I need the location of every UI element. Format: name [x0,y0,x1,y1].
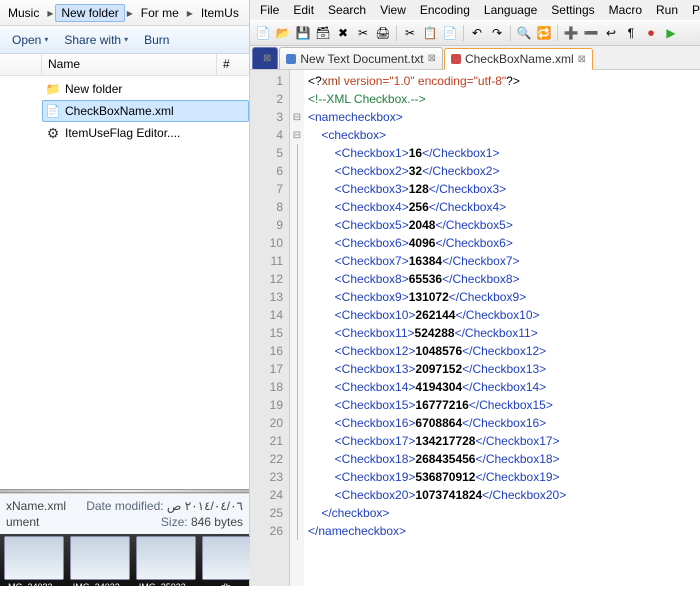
modified-value: ٢٠١٤/٠٤/٠٦ ص [167,499,243,513]
menu-encoding[interactable]: Encoding [414,1,476,19]
menu-run[interactable]: Run [650,1,684,19]
share-button[interactable]: Share with ▾ [58,30,134,50]
file-name: ItemUseFlag Editor.... [65,126,180,140]
size-value: 846 bytes [191,515,243,529]
copy-icon[interactable]: 📋 [421,24,439,42]
file-row[interactable]: ⚙ ItemUseFlag Editor.... [42,122,249,144]
breadcrumb-item[interactable]: ItemUs [195,4,245,22]
file-row[interactable]: 📄 CheckBoxName.xml [42,100,249,122]
save-icon[interactable]: 💾 [294,24,312,42]
menu-settings[interactable]: Settings [545,1,600,19]
menu-plug[interactable]: Plug [686,1,700,19]
icon-toolbar: 📄 📂 💾 🗃 ✖ ✂ 🖨 ✂ 📋 📄 ↶ ↷ 🔍 🔁 ➕ ➖ ↩ ¶ ⏺ ▶ [250,20,700,46]
menu-language[interactable]: Language [478,1,543,19]
explorer-pane: Music ▸ New folder ▸ For me ▸ ItemUs Ope… [0,0,250,586]
details-pane: xName.xml Date modified: ٢٠١٤/٠٤/٠٦ ص um… [0,493,249,534]
gear-icon: ⚙ [45,125,61,141]
document-tab[interactable]: CheckBoxName.xml ⊠ [444,48,593,70]
document-tab[interactable]: New Text Document.txt ⊠ [279,47,443,69]
new-file-icon[interactable]: 📄 [254,24,272,42]
code-editor[interactable]: 1234567891011121314151617181920212223242… [250,70,700,586]
menu-search[interactable]: Search [322,1,372,19]
document-tab[interactable]: ⊠ [252,47,278,69]
code-area[interactable]: <?xml version="1.0" encoding="utf-8"?><!… [304,70,700,586]
explorer-toolbar: Open ▾ Share with ▾ Burn [0,26,249,54]
record-icon[interactable]: ⏺ [642,24,660,42]
menu-file[interactable]: File [254,1,285,19]
breadcrumb-item[interactable]: Music [2,4,45,22]
close-tab-icon[interactable]: ⊠ [578,54,586,65]
open-button[interactable]: Open ▾ [6,30,54,50]
column-hash[interactable]: # [217,54,249,75]
separator [396,25,397,41]
column-name[interactable]: Name [42,54,217,75]
file-type-label: ument [6,515,39,529]
separator [510,25,511,41]
folder-icon: 📁 [45,81,61,97]
open-file-icon[interactable]: 📂 [274,24,292,42]
tab-label: New Text Document.txt [300,52,423,66]
taskbar-thumbnail[interactable]: IMG_25032... [136,536,196,594]
file-name: CheckBoxName.xml [65,104,174,118]
size-label: Size: [161,515,188,529]
menubar: FileEditSearchViewEncodingLanguageSettin… [250,0,700,20]
tab-label: CheckBoxName.xml [465,52,574,66]
cut-icon[interactable]: ✂ [401,24,419,42]
menu-view[interactable]: View [374,1,412,19]
file-list: 📁 New folder 📄 CheckBoxName.xml ⚙ ItemUseFlag… [0,76,249,146]
taskbar: MG_24032...IMG_24032...IMG_25032...db_..… [0,534,249,586]
show-all-icon[interactable]: ¶ [622,24,640,42]
redo-icon[interactable]: ↷ [488,24,506,42]
file-name: New folder [65,82,122,96]
chevron-right-icon: ▸ [45,6,55,20]
close-icon[interactable]: ✖ [334,24,352,42]
save-state-icon [451,54,461,64]
close-tab-icon[interactable]: ⊠ [428,53,436,64]
menu-edit[interactable]: Edit [287,1,320,19]
xml-icon: 📄 [45,103,61,119]
selected-file-name: xName.xml [6,499,66,513]
breadcrumb-item[interactable]: For me [135,4,185,22]
burn-button[interactable]: Burn [138,30,175,50]
wrap-icon[interactable]: ↩ [602,24,620,42]
separator [557,25,558,41]
file-row[interactable]: 📁 New folder [42,78,249,100]
chevron-right-icon: ▸ [185,6,195,20]
editor-pane: FileEditSearchViewEncodingLanguageSettin… [250,0,700,586]
breadcrumb[interactable]: Music ▸ New folder ▸ For me ▸ ItemUs [0,0,249,26]
breadcrumb-item[interactable]: New folder [55,4,124,22]
chevron-right-icon: ▸ [125,6,135,20]
zoom-out-icon[interactable]: ➖ [582,24,600,42]
document-tabs: ⊠ New Text Document.txt ⊠ CheckBoxName.xml ⊠ [250,46,700,70]
file-list-header: Name # [0,54,249,76]
replace-icon[interactable]: 🔁 [535,24,553,42]
fold-column[interactable] [290,70,304,586]
print-icon[interactable]: 🖨 [374,24,392,42]
tree-toggle-column[interactable] [0,54,42,75]
undo-icon[interactable]: ↶ [468,24,486,42]
separator [463,25,464,41]
paste-icon[interactable]: 📄 [441,24,459,42]
line-number-gutter: 1234567891011121314151617181920212223242… [250,70,290,586]
save-all-icon[interactable]: 🗃 [314,24,332,42]
zoom-in-icon[interactable]: ➕ [562,24,580,42]
taskbar-thumbnail[interactable]: MG_24032... [4,536,64,594]
file-list-area: Name # 📁 New folder 📄 CheckBoxName.xml ⚙ Item… [0,54,249,489]
menu-macro[interactable]: Macro [603,1,648,19]
save-state-icon [286,54,296,64]
taskbar-thumbnail[interactable]: IMG_24032... [70,536,130,594]
close-all-icon[interactable]: ✂ [354,24,372,42]
modified-label: Date modified: [86,499,163,513]
play-icon[interactable]: ▶ [662,24,680,42]
find-icon[interactable]: 🔍 [515,24,533,42]
close-tab-icon[interactable]: ⊠ [263,53,271,64]
